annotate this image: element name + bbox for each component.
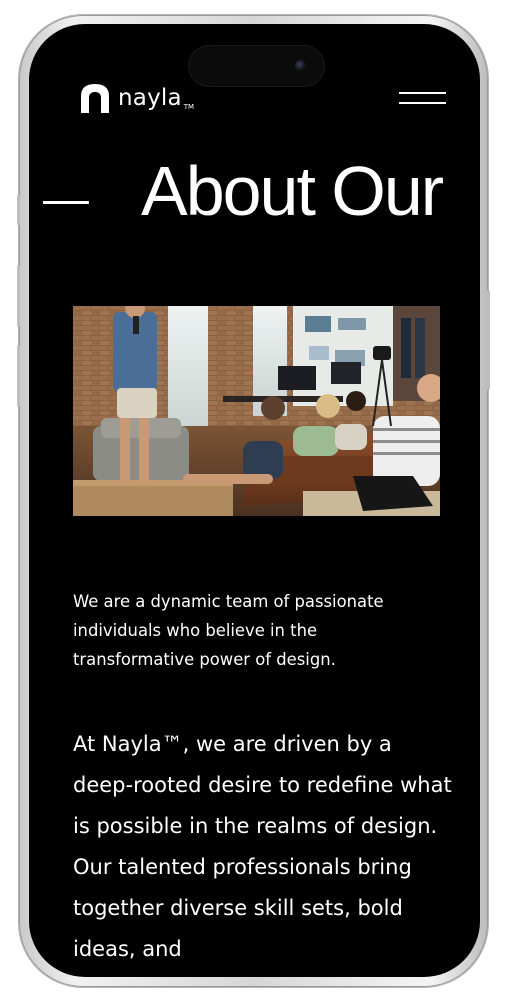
phone-side-button [17, 345, 20, 407]
menu-bar [399, 92, 446, 94]
brand-logo[interactable]: nayla TM [79, 82, 194, 113]
brand-name: nayla [118, 85, 182, 111]
brand-trademark: TM [183, 103, 195, 111]
hero-dash [43, 201, 89, 204]
hamburger-menu-icon[interactable] [399, 90, 446, 106]
menu-bar [399, 102, 446, 104]
phone-side-button [17, 195, 20, 225]
phone-screen: nayla TM About Our We are a dynamic team… [29, 24, 480, 977]
front-camera-icon [295, 60, 306, 71]
phone-side-button [17, 265, 20, 327]
intro-paragraph: We are a dynamic team of passionate indi… [73, 592, 384, 669]
body-paragraph: At Nayla™, we are driven by a deep-roote… [73, 732, 452, 961]
page-title: About Our [141, 152, 444, 230]
dynamic-island [189, 46, 324, 86]
team-meeting-photo [73, 306, 440, 516]
team-photo-illustration [73, 306, 440, 516]
arch-logo-icon [81, 84, 109, 113]
phone-side-button [487, 290, 490, 390]
